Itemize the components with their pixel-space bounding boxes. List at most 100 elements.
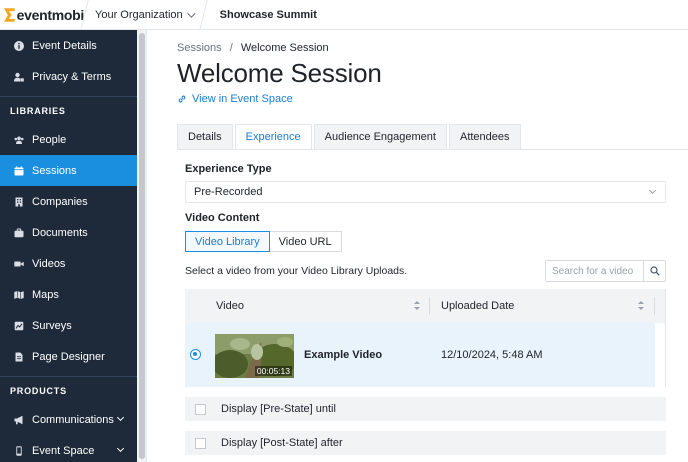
mobile-icon (14, 445, 24, 456)
video-icon (14, 259, 24, 269)
sidebar-item-maps[interactable]: Maps (0, 279, 137, 310)
video-duration: 00:05:13 (254, 366, 292, 376)
sidebar-item-page-designer[interactable]: Page Designer (0, 341, 137, 372)
link-icon (178, 95, 186, 103)
sidebar-item-event-space[interactable]: Event Space (0, 435, 137, 462)
scrollbar-thumb[interactable] (139, 33, 145, 459)
breadcrumb: Sessions / Welcome Session (177, 42, 329, 54)
search-input[interactable] (546, 261, 643, 281)
sidebar-item-label: Companies (32, 195, 88, 208)
sidebar-item-label: Sessions (32, 164, 77, 177)
column-divider (654, 297, 655, 315)
briefcase-icon (14, 228, 24, 238)
sidebar-heading-libraries: LIBRARIES (10, 105, 66, 116)
view-in-event-space-link[interactable]: View in Event Space (177, 93, 293, 105)
row-radio-selected[interactable] (190, 349, 201, 360)
pre-state-option[interactable]: Display [Pre-State] until (185, 397, 666, 421)
chevron-down-icon (186, 8, 196, 18)
sort-icon[interactable] (638, 301, 644, 311)
video-url-button[interactable]: Video URL (269, 231, 342, 252)
sidebar-item-surveys[interactable]: Surveys (0, 310, 137, 341)
sidebar-item-videos[interactable]: Videos (0, 248, 137, 279)
map-icon (14, 290, 24, 300)
video-source-toggle: Video Library Video URL (185, 231, 342, 252)
table-row[interactable]: 00:05:13 Example Video 12/10/2024, 5:48 … (185, 323, 655, 387)
sidebar-item-label: Communications (32, 413, 114, 426)
logo-text: eventmobi (16, 6, 85, 23)
sidebar-item-documents[interactable]: Documents (0, 217, 137, 248)
experience-type-label: Experience Type (185, 163, 272, 175)
sort-icon[interactable] (414, 301, 420, 311)
video-select-hint: Select a video from your Video Library U… (185, 265, 408, 277)
chevron-down-icon[interactable] (116, 413, 125, 422)
sidebar: Event Details Privacy & Terms LIBRARIES … (0, 30, 137, 462)
building-icon (14, 197, 24, 207)
sidebar-item-people[interactable]: People (0, 124, 137, 155)
tab-bar: Details Experience Audience Engagement A… (177, 124, 523, 149)
people-icon (14, 135, 24, 145)
sidebar-item-sessions[interactable]: Sessions (0, 155, 137, 186)
column-divider (429, 297, 430, 315)
pre-state-checkbox[interactable] (195, 403, 206, 415)
sidebar-scrollbar[interactable] (137, 30, 147, 462)
page-icon (14, 352, 24, 362)
sidebar-item-companies[interactable]: Companies (0, 186, 137, 217)
post-state-checkbox[interactable] (195, 437, 206, 449)
breadcrumb-current: Welcome Session (240, 42, 329, 54)
video-library-button[interactable]: Video Library (185, 231, 270, 252)
table-header: Video Uploaded Date (185, 289, 665, 323)
survey-icon (14, 321, 24, 331)
sidebar-item-label: Documents (32, 226, 88, 239)
post-state-option[interactable]: Display [Post-State] after (185, 431, 666, 455)
view-link-label: View in Event Space (192, 93, 293, 105)
tab-audience-engagement[interactable]: Audience Engagement (313, 124, 447, 149)
column-header-video[interactable]: Video (216, 289, 244, 323)
search-icon (649, 266, 660, 276)
video-content-label: Video Content (185, 212, 260, 224)
sidebar-item-privacy-terms[interactable]: Privacy & Terms (0, 61, 137, 92)
organization-name: Your Organization (95, 8, 183, 21)
main-content: Sessions / Welcome Session Welcome Sessi… (147, 30, 688, 462)
sidebar-item-label: People (32, 133, 67, 146)
megaphone-icon (14, 415, 24, 425)
calendar-icon (14, 165, 24, 176)
sidebar-item-label: Event Space (32, 444, 95, 457)
tab-attendees[interactable]: Attendees (448, 124, 521, 149)
organization-switcher[interactable]: Your Organization (85, 0, 203, 30)
breadcrumb-separator: / (229, 42, 233, 54)
video-search (545, 260, 666, 282)
tab-details[interactable]: Details (177, 124, 233, 149)
sidebar-item-label: Videos (32, 257, 66, 270)
video-thumbnail: 00:05:13 (215, 334, 294, 378)
eventmobi-logo-icon (4, 7, 15, 22)
chevron-down-icon[interactable] (116, 444, 125, 453)
sidebar-item-communications[interactable]: Communications (0, 404, 137, 435)
tabs-divider (177, 149, 688, 150)
logo[interactable]: eventmobi (0, 0, 84, 30)
sidebar-item-label: Surveys (32, 319, 72, 332)
post-state-label: Display [Post-State] after (221, 437, 343, 449)
info-icon (14, 40, 24, 51)
sidebar-item-label: Privacy & Terms (32, 70, 112, 83)
experience-type-value: Pre-Recorded (194, 186, 263, 198)
top-bar: eventmobi Your Organization Showcase Sum… (0, 0, 688, 30)
video-uploaded-date: 12/10/2024, 5:48 AM (441, 349, 543, 361)
sidebar-item-label: Page Designer (32, 350, 105, 363)
event-name[interactable]: Showcase Summit (204, 9, 333, 21)
sidebar-item-label: Maps (32, 288, 59, 301)
tab-experience[interactable]: Experience (234, 124, 312, 149)
column-header-uploaded-date[interactable]: Uploaded Date (441, 289, 514, 323)
breadcrumb-parent[interactable]: Sessions (177, 42, 222, 54)
sidebar-item-event-details[interactable]: Event Details (0, 30, 137, 61)
table-scrollbar[interactable] (655, 323, 665, 387)
video-table: Video Uploaded Date 00:05:13 Example Vid… (185, 289, 666, 387)
chevron-down-icon (648, 186, 657, 195)
user-lock-icon (14, 72, 24, 82)
search-button[interactable] (643, 261, 665, 281)
pre-state-label: Display [Pre-State] until (221, 403, 336, 415)
sidebar-heading-products: PRODUCTS (10, 385, 67, 396)
video-name: Example Video (304, 349, 383, 361)
page-title: Welcome Session (177, 58, 382, 88)
experience-type-select[interactable]: Pre-Recorded (185, 181, 666, 203)
sidebar-item-label: Event Details (32, 39, 97, 52)
